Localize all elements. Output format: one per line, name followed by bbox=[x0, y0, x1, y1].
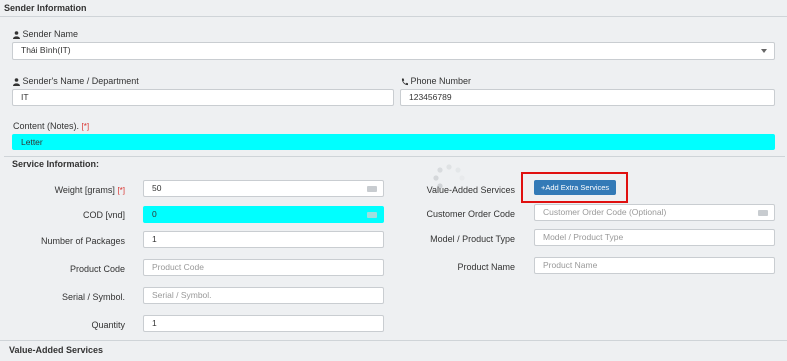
sender-name-label: Sender Name bbox=[22, 29, 79, 39]
phone-value: 123456789 bbox=[409, 92, 452, 102]
product-name-label: Product Name bbox=[457, 262, 515, 272]
serial-label: Serial / Symbol. bbox=[61, 292, 125, 302]
packages-input[interactable]: 1 bbox=[143, 231, 384, 248]
customer-order-label: Customer Order Code bbox=[426, 209, 515, 219]
sender-dept-value: IT bbox=[21, 92, 29, 102]
serial-input[interactable]: Serial / Symbol. bbox=[143, 287, 384, 304]
quantity-value: 1 bbox=[152, 318, 157, 328]
phone-icon bbox=[401, 78, 408, 85]
sender-section-title: Sender Information bbox=[4, 3, 87, 13]
vas-label: Value-Added Services bbox=[426, 185, 515, 195]
vas-section-title: Value-Added Services bbox=[9, 345, 104, 355]
product-name-placeholder: Product Name bbox=[543, 260, 598, 270]
model-placeholder: Model / Product Type bbox=[543, 232, 624, 242]
card-icon bbox=[367, 186, 377, 192]
cod-value: 0 bbox=[152, 209, 157, 219]
product-code-input[interactable]: Product Code bbox=[143, 259, 384, 276]
product-code-label: Product Code bbox=[69, 264, 125, 274]
phone-label: Phone Number bbox=[410, 76, 472, 86]
user-icon bbox=[13, 30, 20, 39]
model-input[interactable]: Model / Product Type bbox=[534, 229, 775, 246]
cod-input[interactable]: 0 bbox=[143, 206, 384, 223]
weight-label-row: Weight [grams] [*] bbox=[10, 185, 125, 195]
card-icon bbox=[758, 210, 768, 216]
serial-placeholder: Serial / Symbol. bbox=[152, 290, 212, 300]
sender-name-value: Thái Bình(IT) bbox=[21, 45, 71, 55]
required-mark: [*] bbox=[81, 122, 90, 131]
model-label: Model / Product Type bbox=[430, 234, 515, 244]
content-input[interactable]: Letter bbox=[12, 134, 775, 150]
phone-label-row: Phone Number bbox=[401, 76, 471, 86]
product-name-input[interactable]: Product Name bbox=[534, 257, 775, 274]
customer-order-input[interactable]: Customer Order Code (Optional) bbox=[534, 204, 775, 221]
sender-dept-label-row: Sender's Name / Department bbox=[13, 76, 139, 86]
content-label-row: Content (Notes). [*] bbox=[13, 121, 89, 131]
chevron-down-icon bbox=[761, 49, 767, 53]
content-label: Content (Notes). bbox=[13, 121, 80, 131]
divider bbox=[0, 340, 787, 341]
product-code-placeholder: Product Code bbox=[152, 262, 204, 272]
packages-value: 1 bbox=[152, 234, 157, 244]
user-icon bbox=[13, 77, 20, 86]
quantity-label: Quantity bbox=[91, 320, 125, 330]
content-value: Letter bbox=[21, 137, 43, 147]
phone-input[interactable]: 123456789 bbox=[400, 89, 775, 106]
sender-dept-label: Sender's Name / Department bbox=[22, 76, 139, 86]
quantity-input[interactable]: 1 bbox=[143, 315, 384, 332]
weight-input[interactable]: 50 bbox=[143, 180, 384, 197]
weight-value: 50 bbox=[152, 183, 162, 193]
highlight-callout bbox=[521, 172, 628, 203]
sender-dept-input[interactable]: IT bbox=[12, 89, 394, 106]
customer-order-placeholder: Customer Order Code (Optional) bbox=[543, 207, 667, 217]
divider bbox=[0, 16, 787, 17]
divider bbox=[4, 156, 785, 157]
cod-label: COD [vnd] bbox=[82, 210, 125, 220]
sender-name-select[interactable]: Thái Bình(IT) bbox=[12, 42, 775, 60]
weight-label: Weight [grams] bbox=[54, 185, 115, 195]
card-icon bbox=[367, 212, 377, 218]
sender-name-label-row: Sender Name bbox=[13, 29, 78, 39]
required-mark: [*] bbox=[117, 186, 125, 195]
service-section-title: Service Information: bbox=[12, 159, 100, 169]
packages-label: Number of Packages bbox=[40, 236, 125, 246]
